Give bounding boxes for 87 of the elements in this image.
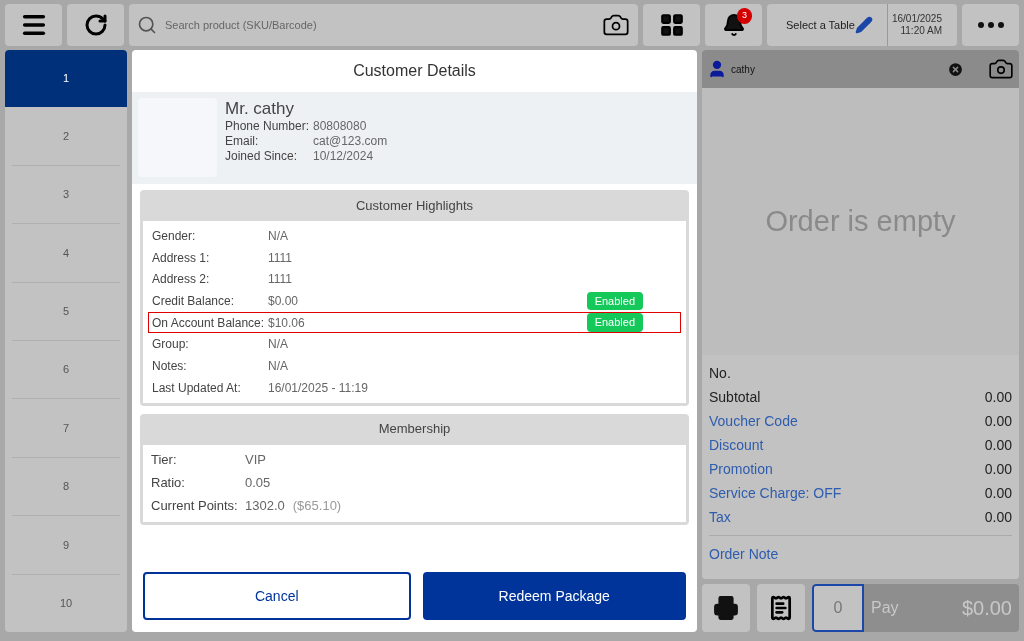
dialog-title: Customer Details <box>352 61 477 81</box>
field-label: Ratio: <box>151 474 186 493</box>
table-label: Select a Table <box>786 17 855 33</box>
status-badge: Enabled <box>586 291 643 311</box>
user-icon <box>707 59 727 79</box>
grid-button[interactable] <box>643 4 700 46</box>
total-value: 0.00 <box>984 460 1012 479</box>
page-tab[interactable]: 4 <box>12 223 120 282</box>
total-value: 0.00 <box>984 388 1012 407</box>
status-badge: Enabled <box>586 313 643 332</box>
printer-icon <box>713 595 739 621</box>
field-value: N/A <box>268 357 289 375</box>
notification-button[interactable]: 3 <box>705 4 762 46</box>
receipt-button[interactable] <box>757 584 805 632</box>
time-text: 11:20 AM <box>900 25 942 38</box>
more-button[interactable] <box>962 4 1019 46</box>
field-value: 1302.0 <box>245 497 285 516</box>
field-label: Joined Since: <box>225 149 299 165</box>
field-value: 1111 <box>268 249 294 267</box>
field-value: $10.06 <box>268 314 306 332</box>
total-link[interactable]: Discount <box>709 435 764 459</box>
receipt-icon <box>768 595 794 621</box>
field-label: Notes: <box>152 357 188 375</box>
page-tab[interactable]: 5 <box>12 281 120 341</box>
field-label: Tier: <box>151 451 178 470</box>
field-value: 10/12/2024 <box>313 149 374 165</box>
field-value: VIP <box>245 451 266 470</box>
field-label: Group: <box>152 336 190 354</box>
points-value: ($65.10) <box>292 497 342 516</box>
field-value: cat@123.com <box>313 134 388 150</box>
page-tab[interactable]: 1 <box>5 50 127 108</box>
total-link[interactable]: Service Charge: OFF <box>709 483 842 507</box>
field-label: Credit Balance: <box>152 292 236 310</box>
notification-badge: 3 <box>737 8 752 24</box>
field-label: Address 1: <box>152 249 211 267</box>
field-value: N/A <box>268 227 289 245</box>
customer-name: Mr. cathy <box>225 98 295 120</box>
field-label: Gender: <box>152 227 197 245</box>
bell-icon <box>721 13 746 37</box>
total-value: 0.00 <box>984 436 1012 455</box>
field-value: N/A <box>268 336 289 354</box>
field-label: Current Points: <box>151 497 239 516</box>
card-title: Customer Highlights <box>354 196 474 215</box>
field-value: 80808080 <box>313 119 367 135</box>
field-label: Last Updated At: <box>152 379 242 397</box>
refresh-icon <box>83 13 108 37</box>
cancel-button[interactable]: Cancel <box>143 572 411 620</box>
total-label: Subtotal <box>709 388 761 407</box>
field-value: 1111 <box>268 271 294 289</box>
order-note-link[interactable]: Order Note <box>709 546 779 562</box>
customer-name: cathy <box>731 62 756 77</box>
search-input[interactable]: Search product (SKU/Barcode) <box>165 16 594 34</box>
field-value: $0.00 <box>268 292 300 310</box>
page-tab[interactable]: 2 <box>5 107 127 165</box>
field-label: Phone Number: <box>225 119 311 135</box>
page-tab[interactable]: 8 <box>12 456 120 516</box>
total-link[interactable]: Promotion <box>709 459 773 483</box>
menu-button[interactable] <box>5 4 62 46</box>
field-label: On Account Balance: <box>152 314 266 332</box>
table-selector[interactable]: Select a Table 16/01/2025 11:20 AM <box>767 4 957 46</box>
total-link[interactable]: Voucher Code <box>709 411 798 435</box>
field-value: 16/01/2025 - 11:19 <box>268 379 369 397</box>
page-tab[interactable]: 10 <box>12 573 120 632</box>
field-value: 0.05 <box>245 474 271 493</box>
print-button[interactable] <box>702 584 750 632</box>
search-icon <box>137 15 157 35</box>
page-tab[interactable]: 6 <box>12 340 120 399</box>
total-value: 0.00 <box>984 412 1012 431</box>
edit-icon[interactable] <box>854 16 873 34</box>
grid-icon <box>658 12 685 38</box>
card-title: Membership <box>377 420 452 439</box>
page-tab[interactable]: 7 <box>12 398 120 457</box>
close-icon[interactable] <box>947 60 964 78</box>
quantity-field[interactable]: 0 <box>812 584 864 632</box>
redeem-button[interactable]: Redeem Package <box>422 572 686 620</box>
field-label: Address 2: <box>152 271 211 289</box>
total-value: 0.00 <box>984 484 1012 503</box>
total-link[interactable]: Tax <box>709 507 731 531</box>
page-tab[interactable]: 9 <box>12 515 120 574</box>
date-text: 16/01/2025 <box>891 12 942 25</box>
page-tab[interactable]: 3 <box>12 164 120 224</box>
total-value: 0.00 <box>984 508 1012 527</box>
search-field[interactable]: Search product (SKU/Barcode) <box>129 4 638 46</box>
more-icon <box>977 22 1004 28</box>
field-label: Email: <box>225 134 260 150</box>
order-number-label: No. <box>709 364 732 383</box>
refresh-button[interactable] <box>67 4 124 46</box>
